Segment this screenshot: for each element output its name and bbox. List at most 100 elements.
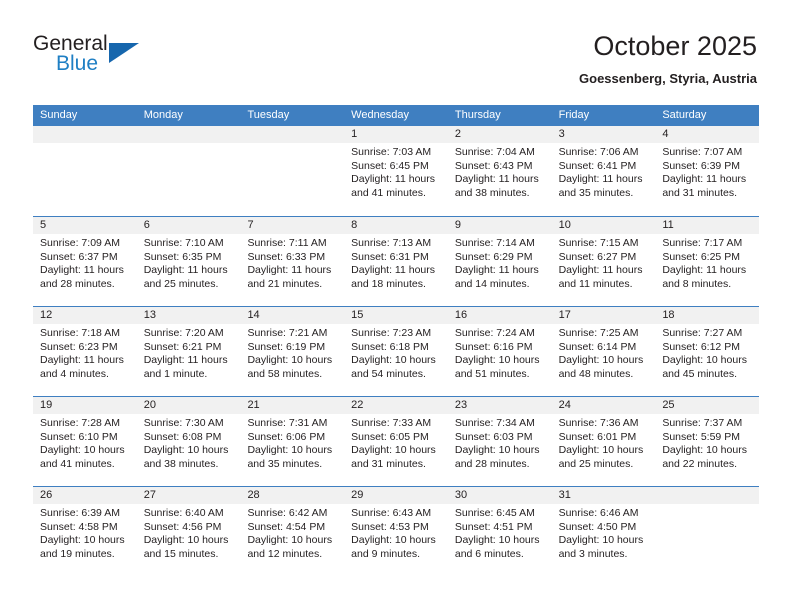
calendar-day-cell[interactable]: 29 Sunrise: 6:43 AM Sunset: 4:53 PM Dayligh… [344,487,448,576]
daylight-text-line2: and 38 minutes. [143,457,219,470]
calendar-day-cell[interactable]: 7 Sunrise: 7:11 AM Sunset: 6:33 PM Daylight… [240,217,345,306]
sunset-text: Sunset: 6:43 PM [454,159,533,172]
calendar-day-cell[interactable]: 19 Sunrise: 7:28 AM Sunset: 6:10 PM Dayligh… [33,397,137,486]
calendar-day-cell[interactable]: 3 Sunrise: 7:06 AM Sunset: 6:41 PM Daylight… [551,126,656,216]
daylight-text-line1: Daylight: 11 hours [40,264,124,276]
calendar-day-cell[interactable]: 23 Sunrise: 7:34 AM Sunset: 6:03 PM Dayligh… [447,397,552,486]
calendar-day-cell[interactable]: 26 Sunrise: 6:39 AM Sunset: 4:58 PM Dayligh… [33,487,137,576]
day-number: 30 [447,487,552,504]
sunrise-text: Sunrise: 7:07 AM [662,146,743,158]
daylight-text-line2: and 9 minutes. [351,547,421,560]
sunrise-text: Sunrise: 7:25 AM [558,327,639,339]
logo-triangle-icon [109,43,139,63]
day-sun-info: Sunrise: 7:28 AM Sunset: 6:10 PM Daylight:… [33,414,137,471]
daylight-text-line1: Daylight: 10 hours [351,444,436,456]
sunset-text: Sunset: 6:08 PM [143,430,222,443]
calendar-day-cell[interactable]: 14 Sunrise: 7:21 AM Sunset: 6:19 PM Dayligh… [240,307,345,396]
daylight-text-line1: Daylight: 10 hours [40,444,125,456]
day-sun-info: Sunrise: 6:43 AM Sunset: 4:53 PM Daylight:… [344,504,448,561]
sunset-text: Sunset: 6:10 PM [40,430,118,443]
calendar-day-cell[interactable]: 30 Sunrise: 6:45 AM Sunset: 4:51 PM Dayligh… [447,487,552,576]
sunset-text: Sunset: 4:53 PM [351,520,429,533]
daylight-text-line1: Daylight: 10 hours [247,354,333,366]
daylight-text-line2: and 11 minutes. [558,277,633,290]
sunrise-text: Sunrise: 7:06 AM [558,146,639,158]
day-number: 28 [240,487,345,504]
sunset-text: Sunset: 6:03 PM [454,430,533,443]
day-sun-info: Sunrise: 7:36 AM Sunset: 6:01 PM Daylight:… [552,414,656,471]
calendar-day-cell[interactable]: 9 Sunrise: 7:14 AM Sunset: 6:29 PM Daylight… [447,217,552,306]
calendar-day-cell[interactable]: 12 Sunrise: 7:18 AM Sunset: 6:23 PM Dayligh… [33,307,137,396]
calendar-day-cell[interactable]: 15 Sunrise: 7:23 AM Sunset: 6:18 PM Dayligh… [344,307,448,396]
sunrise-text: Sunrise: 7:10 AM [143,237,224,249]
sunset-text: Sunset: 5:59 PM [662,430,740,443]
calendar-day-cell[interactable]: 6 Sunrise: 7:10 AM Sunset: 6:35 PM Daylight… [136,217,241,306]
sunrise-text: Sunrise: 7:37 AM [662,417,743,429]
daylight-text-line1: Daylight: 10 hours [143,534,229,546]
calendar-day-cell-empty [136,126,241,216]
day-sun-info: Sunrise: 7:13 AM Sunset: 6:31 PM Daylight:… [344,234,448,291]
calendar-day-cell[interactable]: 11 Sunrise: 7:17 AM Sunset: 6:25 PM Dayligh… [655,217,760,306]
daylight-text-line2: and 1 minute. [143,367,208,380]
day-number: 24 [551,397,656,414]
day-sun-info: Sunrise: 7:24 AM Sunset: 6:16 PM Daylight:… [448,324,552,381]
sunset-text: Sunset: 6:21 PM [143,340,222,353]
sunrise-text: Sunrise: 7:14 AM [454,237,535,249]
day-number [655,487,760,504]
calendar-day-cell[interactable]: 24 Sunrise: 7:36 AM Sunset: 6:01 PM Dayligh… [551,397,656,486]
calendar-day-cell[interactable]: 1 Sunrise: 7:03 AM Sunset: 6:45 PM Daylight… [344,126,448,216]
sunset-text: Sunset: 6:27 PM [558,250,637,263]
calendar-page: General Blue October 2025 Goessenberg, S… [0,0,792,612]
title-block: October 2025 Goessenberg, Styria, Austri… [579,30,757,87]
calendar-day-cell[interactable]: 17 Sunrise: 7:25 AM Sunset: 6:14 PM Dayligh… [551,307,656,396]
calendar-day-cell[interactable]: 4 Sunrise: 7:07 AM Sunset: 6:39 PM Daylight… [655,126,760,216]
calendar-day-cell-empty [33,126,137,216]
daylight-text-line2: and 51 minutes. [454,367,530,380]
day-number: 10 [551,217,656,234]
calendar-day-cell[interactable]: 13 Sunrise: 7:20 AM Sunset: 6:21 PM Dayligh… [136,307,241,396]
day-number: 11 [655,217,760,234]
daylight-text-line1: Daylight: 10 hours [558,354,644,366]
calendar-day-cell[interactable]: 8 Sunrise: 7:13 AM Sunset: 6:31 PM Daylight… [344,217,448,306]
calendar-day-cell[interactable]: 22 Sunrise: 7:33 AM Sunset: 6:05 PM Dayligh… [344,397,448,486]
day-sun-info: Sunrise: 7:20 AM Sunset: 6:21 PM Daylight:… [137,324,241,381]
sunset-text: Sunset: 6:23 PM [40,340,118,353]
sunrise-text: Sunrise: 7:18 AM [40,327,120,339]
sunset-text: Sunset: 6:45 PM [351,159,429,172]
daylight-text-line1: Daylight: 10 hours [351,354,436,366]
calendar-day-cell[interactable]: 28 Sunrise: 6:42 AM Sunset: 4:54 PM Dayligh… [240,487,345,576]
day-number: 26 [33,487,137,504]
day-number: 15 [344,307,448,324]
sunrise-text: Sunrise: 7:23 AM [351,327,432,339]
daylight-text-line1: Daylight: 11 hours [454,264,539,276]
daylight-text-line1: Daylight: 11 hours [351,173,436,185]
day-number: 29 [344,487,448,504]
calendar-week-row: 26 Sunrise: 6:39 AM Sunset: 4:58 PM Dayligh… [33,486,760,576]
calendar-day-cell[interactable]: 5 Sunrise: 7:09 AM Sunset: 6:37 PM Daylight… [33,217,137,306]
day-sun-info: Sunrise: 7:15 AM Sunset: 6:27 PM Daylight:… [552,234,656,291]
calendar-day-cell[interactable]: 16 Sunrise: 7:24 AM Sunset: 6:16 PM Dayligh… [447,307,552,396]
calendar-day-cell[interactable]: 10 Sunrise: 7:15 AM Sunset: 6:27 PM Dayligh… [551,217,656,306]
daylight-text-line2: and 15 minutes. [143,547,219,560]
logo-secondary-text: Blue [56,52,99,75]
day-number: 1 [344,126,448,143]
day-sun-info: Sunrise: 7:21 AM Sunset: 6:19 PM Daylight:… [240,324,344,381]
daylight-text-line2: and 48 minutes. [558,367,634,380]
calendar-week-row: 12 Sunrise: 7:18 AM Sunset: 6:23 PM Dayligh… [33,306,760,396]
sunset-text: Sunset: 6:12 PM [662,340,740,353]
calendar-day-cell[interactable]: 20 Sunrise: 7:30 AM Sunset: 6:08 PM Dayligh… [136,397,241,486]
daylight-text-line1: Daylight: 10 hours [143,444,229,456]
weekday-header-sunday: Sunday [40,109,78,121]
day-sun-info: Sunrise: 6:46 AM Sunset: 4:50 PM Daylight:… [552,504,656,561]
calendar-day-cell[interactable]: 27 Sunrise: 6:40 AM Sunset: 4:56 PM Dayligh… [136,487,241,576]
day-number: 5 [33,217,137,234]
sunrise-text: Sunrise: 7:36 AM [558,417,639,429]
weekday-header-tuesday: Tuesday [247,109,290,121]
calendar-day-cell[interactable]: 31 Sunrise: 6:46 AM Sunset: 4:50 PM Dayligh… [551,487,656,576]
calendar-day-cell[interactable]: 21 Sunrise: 7:31 AM Sunset: 6:06 PM Dayligh… [240,397,345,486]
calendar-day-cell[interactable]: 25 Sunrise: 7:37 AM Sunset: 5:59 PM Dayligh… [655,397,760,486]
day-number: 2 [447,126,552,143]
calendar-day-cell[interactable]: 18 Sunrise: 7:27 AM Sunset: 6:12 PM Dayligh… [655,307,760,396]
calendar-day-cell[interactable]: 2 Sunrise: 7:04 AM Sunset: 6:43 PM Daylight… [447,126,552,216]
sunset-text: Sunset: 4:58 PM [40,520,118,533]
